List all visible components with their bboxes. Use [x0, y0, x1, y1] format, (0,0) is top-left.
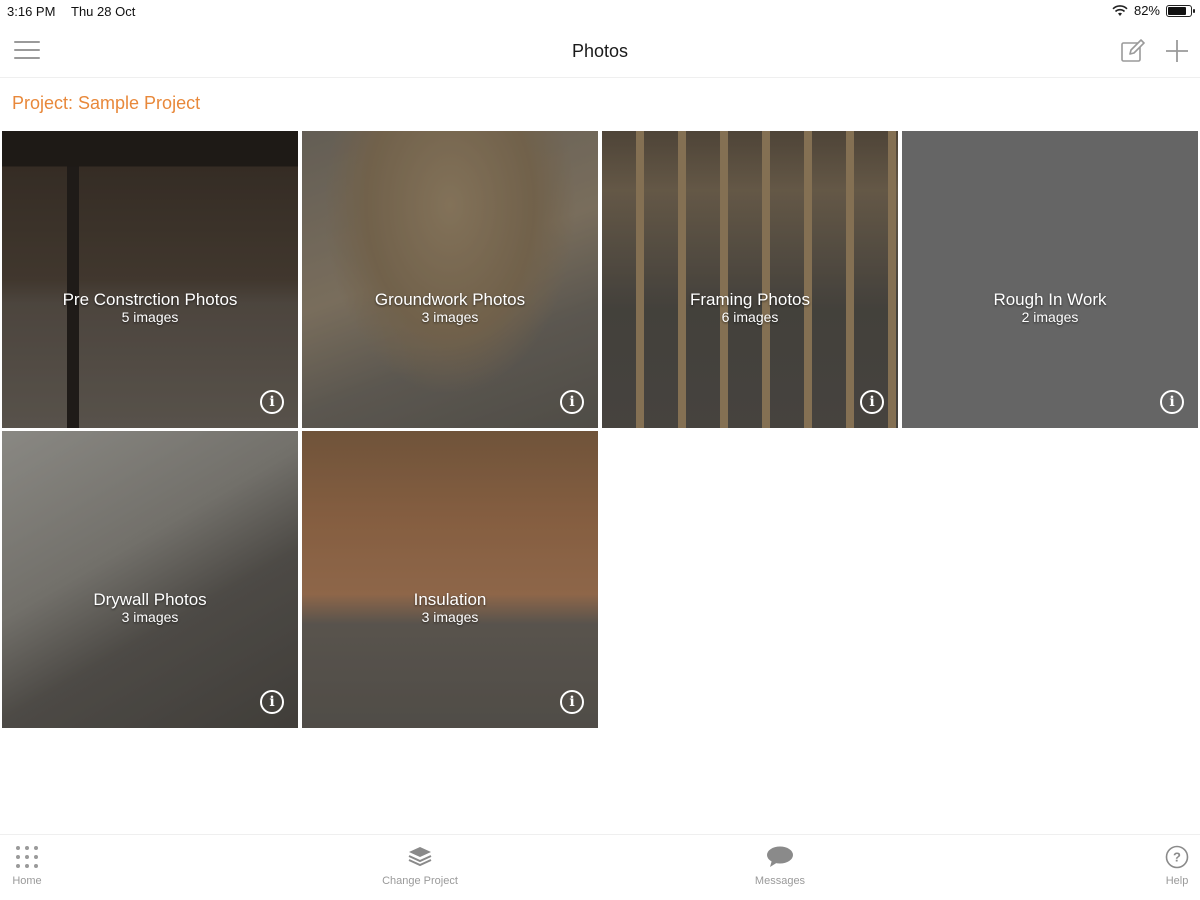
- album-tile[interactable]: Insulation 3 images i: [302, 431, 598, 728]
- tab-messages-label: Messages: [754, 875, 806, 887]
- album-title: Rough In Work: [993, 290, 1107, 309]
- album-title: Pre Constrction Photos: [62, 290, 238, 309]
- edit-button[interactable]: [1120, 38, 1146, 64]
- info-icon[interactable]: i: [260, 690, 284, 714]
- tab-home[interactable]: Home: [0, 845, 87, 887]
- album-title: Insulation: [413, 590, 487, 609]
- album-cover-overlay: [302, 431, 598, 728]
- battery-percent: 82%: [1133, 3, 1160, 18]
- bottom-tab-bar: Home Change Project Messages ? Help: [0, 834, 1200, 900]
- album-tile[interactable]: Groundwork Photos 3 images i: [302, 131, 598, 428]
- tab-help[interactable]: ? Help: [1117, 845, 1200, 887]
- album-title: Drywall Photos: [93, 590, 207, 609]
- album-image-count: 2 images: [1021, 309, 1079, 325]
- info-icon[interactable]: i: [260, 390, 284, 414]
- question-icon: ?: [1165, 845, 1189, 869]
- album-caption: Drywall Photos 3 images: [2, 590, 298, 626]
- album-caption: Insulation 3 images: [302, 590, 598, 626]
- album-cover-overlay: [902, 131, 1198, 428]
- status-bar: 3:16 PM Thu 28 Oct 82%: [0, 0, 1200, 22]
- info-icon[interactable]: i: [560, 390, 584, 414]
- album-image-count: 5 images: [121, 309, 179, 325]
- info-icon[interactable]: i: [860, 390, 884, 414]
- album-tile[interactable]: Framing Photos 6 images i: [602, 131, 898, 428]
- album-tile[interactable]: Pre Constrction Photos 5 images i: [2, 131, 298, 428]
- layers-icon: [408, 847, 432, 867]
- tab-change-project-label: Change Project: [382, 875, 458, 887]
- album-tile[interactable]: Rough In Work 2 images i: [902, 131, 1198, 428]
- tab-help-label: Help: [1165, 875, 1189, 887]
- tab-home-label: Home: [12, 875, 42, 887]
- battery-fill: [1168, 6, 1187, 15]
- album-cover-overlay: [2, 431, 298, 728]
- status-date: Thu 28 Oct: [71, 4, 136, 19]
- album-caption: Rough In Work 2 images: [902, 290, 1198, 326]
- battery-icon: [1166, 4, 1195, 17]
- info-icon[interactable]: i: [1160, 390, 1184, 414]
- status-time: 3:16 PM: [7, 4, 56, 19]
- edit-icon: [1121, 39, 1145, 62]
- svg-text:?: ?: [1173, 850, 1181, 865]
- grid-icon: [16, 846, 38, 868]
- project-label[interactable]: Project: Sample Project: [12, 93, 200, 114]
- tab-messages[interactable]: Messages: [720, 845, 840, 887]
- album-title: Framing Photos: [690, 290, 810, 309]
- album-caption: Framing Photos 6 images: [602, 290, 898, 326]
- page-title: Photos: [571, 41, 629, 61]
- tab-change-project[interactable]: Change Project: [360, 845, 480, 887]
- album-image-count: 3 images: [421, 309, 479, 325]
- album-image-count: 6 images: [721, 309, 779, 325]
- album-caption: Groundwork Photos 3 images: [302, 290, 598, 326]
- plus-icon: [1166, 40, 1188, 62]
- chat-bubble-icon: [767, 846, 793, 867]
- album-title: Groundwork Photos: [374, 290, 526, 309]
- album-cover-overlay: [302, 131, 598, 428]
- album-cover-overlay: [602, 131, 898, 428]
- album-image-count: 3 images: [421, 609, 479, 625]
- info-icon[interactable]: i: [560, 690, 584, 714]
- wifi-icon: [1112, 4, 1128, 16]
- app-header: Photos: [0, 22, 1200, 78]
- album-tile[interactable]: Drywall Photos 3 images i: [2, 431, 298, 728]
- status-indicators: 82%: [1112, 3, 1195, 18]
- add-button[interactable]: [1164, 38, 1190, 64]
- album-cover-overlay: [2, 131, 298, 428]
- album-image-count: 3 images: [121, 609, 179, 625]
- album-caption: Pre Constrction Photos 5 images: [2, 290, 298, 326]
